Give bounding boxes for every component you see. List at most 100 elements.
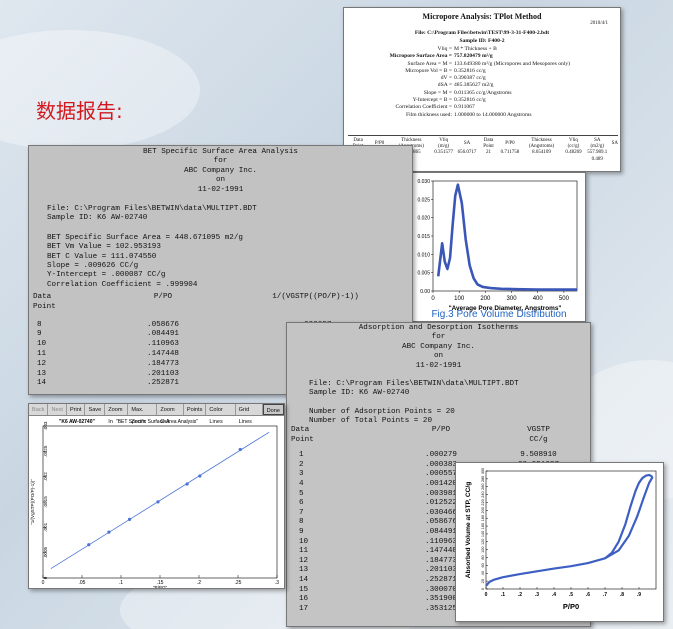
bet-x-tick-label: 0 <box>42 580 45 586</box>
bet-row-ppo: .058676 <box>147 320 179 329</box>
iso-num-ads: Number of Adsorption Points = 20 <box>309 407 455 416</box>
micropore-table-cell <box>521 157 562 163</box>
micropore-param-value: 0.352816 cc/g <box>454 97 486 104</box>
toolbar-button-print[interactable]: Print <box>67 404 86 415</box>
bet-row-ppo: .252871 <box>147 379 179 388</box>
pore-volume-plot: 0 100 200 300 400 500 0.00 0.005 0.010 0.015 0.020… <box>403 179 578 312</box>
iso-row-point: 9 <box>299 527 304 536</box>
iso-col-vgstp: VGSTP <box>527 426 550 434</box>
iso-row-point: 11 <box>299 547 309 556</box>
iso-title: Adsorption and Desorption Isotherms <box>358 324 519 332</box>
micropore-table-cell: 557.989.1 <box>587 150 608 156</box>
ads-y-tick-label: 200 <box>481 507 485 513</box>
bet-data-point <box>87 543 91 547</box>
bet-plot-title: "BET Specific Surface Area Analysis" <box>116 419 198 425</box>
micropore-param-label: Film thickness used: <box>406 111 452 118</box>
bet-row-ppo: .110963 <box>147 340 179 349</box>
micropore-param-value: 0.011365 cc/g/Angstroms <box>454 89 512 96</box>
iso-row-point: 16 <box>299 595 309 604</box>
micropore-table-cell: 0.489 <box>591 156 603 162</box>
ads-desorption-line <box>604 473 654 560</box>
bet-row-point: 14 <box>37 379 47 388</box>
pore-y-tick-label: 0.015 <box>417 234 430 240</box>
ads-y-tick-label: 20 <box>481 579 485 583</box>
ads-y-tick-label: 40 <box>481 571 485 575</box>
iso-col-unit: CC/g <box>529 435 548 444</box>
bet-x-axis-label: "P/PO" <box>153 585 168 589</box>
ads-x-tick-label: .8 <box>620 592 624 598</box>
ads-x-tick-label: .7 <box>603 592 607 598</box>
toolbar-button-next[interactable]: Next <box>48 404 67 415</box>
micropore-table-cell <box>562 157 585 163</box>
iso-row-point: 7 <box>299 508 304 517</box>
micropore-table-header: Data Point <box>483 138 494 150</box>
pore-x-tick-label: 500 <box>559 296 570 302</box>
iso-row-point: 6 <box>299 499 304 508</box>
bet-plot-window: Back Next Print Save Zoom In Max. Zoom Zoom Ou… <box>28 403 285 589</box>
toolbar-button-back[interactable]: Back <box>29 404 49 415</box>
iso-row-point: 13 <box>299 566 309 575</box>
pore-x-tick-label: 200 <box>480 296 491 302</box>
pore-volume-caption: Fig.3 Pore Volume Distribution <box>431 309 567 320</box>
adsorption-isotherm-plot: 0 .1 .2 .3 .4 .5 .6 .7 .8 .9 0 20 40 60 80 100120 140 160… <box>465 468 657 611</box>
micropore-param-value: 1.000000 to 14.000000 Angstroms <box>454 111 532 118</box>
bet-vm: BET Vm Value = 102.953193 <box>47 243 161 252</box>
micropore-param-row: Film thickness used: 1.000000 to 14.00000… <box>344 112 620 119</box>
toolbar-button-max-zoom[interactable]: Max. Zoom <box>128 404 158 425</box>
toolbar-button-grid-lines[interactable]: Grid Lines <box>236 404 263 425</box>
micropore-param-value: 0.911067 <box>454 104 475 111</box>
iso-on: on <box>433 352 444 361</box>
micropore-parameters: Vliq = M * Thickness + B Micropore Surfac… <box>344 46 620 119</box>
micropore-table-header: SA <box>611 141 618 147</box>
ads-y-tick-label: 60 <box>481 563 485 567</box>
micropore-table-header: Thickness (Angstroms) <box>528 138 555 150</box>
ads-adsorption-line <box>485 476 654 587</box>
micropore-table-cell: 0.351577 <box>434 150 454 156</box>
ads-x-tick-label: .6 <box>586 592 590 598</box>
micropore-param-row: Surface Area = M = 133.649380 m²/g (Micr… <box>344 61 620 68</box>
micropore-param-row: dV = 0.390387 cc/g <box>344 75 620 82</box>
bet-y-tick-label: .0025 <box>43 445 48 457</box>
micropore-param-row: Slope = M = 0.011365 cc/g/Angstroms <box>344 90 620 97</box>
bet-plot: "K6 AW-02740" "BET Specific Surface Area … <box>30 419 279 589</box>
bet-sample: Sample ID: K6 AW-02740 <box>47 214 148 223</box>
bet-x-tick-label: .3 <box>275 580 279 586</box>
toolbar-button-save[interactable]: Save <box>85 404 106 415</box>
micropore-param-label: Micropore Surface Area = <box>389 53 452 60</box>
pore-x-tick-label: 300 <box>507 296 518 302</box>
micropore-table-cell <box>478 157 498 163</box>
pore-volume-chart: 0 100 200 300 400 500 0.00 0.005 0.010 0.015 0.020… <box>398 172 586 322</box>
pore-y-tick-label: 0.010 <box>417 252 430 258</box>
background-decoration <box>0 30 200 150</box>
micropore-param-value: 0.352816 cc/g <box>454 67 486 74</box>
pore-x-tick-label: 400 <box>533 296 544 302</box>
micropore-param-label: dSA = <box>437 82 452 89</box>
iso-row-point: 12 <box>299 556 309 565</box>
ads-y-tick-label: 80 <box>481 555 485 559</box>
micropore-table-cell <box>432 157 456 163</box>
toolbar-button-points[interactable]: Points <box>184 404 207 415</box>
micropore-sample: Sample ID: F400-2 <box>459 38 505 44</box>
iso-col-ppo: P/PO <box>431 426 451 434</box>
micropore-param-label: Correlation Coefficient = <box>395 104 453 111</box>
bet-y-tick-label: .002 <box>43 472 48 481</box>
toolbar-button-zoom-in[interactable]: Zoom In <box>105 404 129 425</box>
pore-y-tick-label: 0.025 <box>417 197 430 203</box>
ads-y-tick-label: 140 <box>481 531 485 537</box>
micropore-table-header: SA <box>463 141 471 147</box>
toolbar-button-color-lines[interactable]: Color Lines <box>206 404 236 425</box>
micropore-table-cell: 0.711758 <box>500 150 520 156</box>
toolbar-button-zoom-out[interactable]: Zoom Out <box>157 404 184 425</box>
bet-col-transform: 1/(VGSTP((PO/P)-1)) <box>272 293 359 301</box>
bet-plot-subtitle: "K6 AW-02740" <box>59 419 95 425</box>
bet-y-tick-label: .0005 <box>43 546 48 558</box>
ads-y-tick-label: 100 <box>481 546 485 552</box>
micropore-table-header: Vliq (cc/g) <box>567 138 580 150</box>
ads-y-tick-label: 180 <box>481 515 485 521</box>
ads-y-tick-label: 300 <box>481 468 485 474</box>
bet-row-point: 10 <box>37 340 47 349</box>
ads-y-tick-label: 0 <box>481 588 485 590</box>
iso-col-point: Point <box>291 435 314 444</box>
toolbar-button-done[interactable]: Done <box>262 404 284 415</box>
bet-y-tick-label: .001 <box>43 522 48 531</box>
